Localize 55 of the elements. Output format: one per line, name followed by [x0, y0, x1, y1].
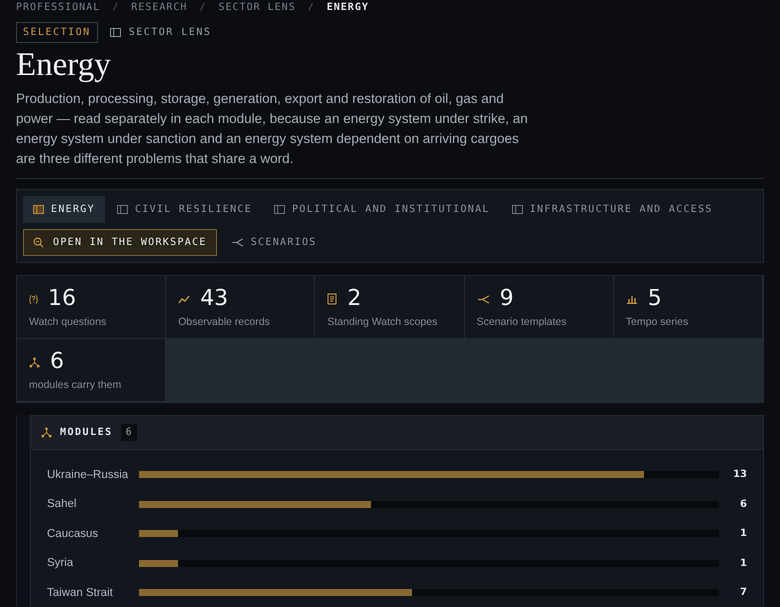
module-name: Caucasus [47, 528, 100, 540]
open-workspace-button[interactable]: OPEN IN THE WORKSPACE [23, 229, 217, 256]
description: Production, processing, storage, generation, export and restoration of oil, gas and power — read separately in each module, because an energy system under strike, an energy system under sanction and an energy system dependent on arriving cargoes are three different problems that share a word. [16, 90, 529, 168]
stat-value: 5 [648, 286, 662, 312]
question-icon [29, 294, 38, 304]
network-icon [41, 427, 52, 438]
panel-icon [110, 28, 121, 37]
panel-icon [116, 205, 128, 214]
sector-tab[interactable]: ENERGY [23, 196, 105, 223]
breadcrumb-link[interactable]: ENERGY [326, 3, 369, 13]
stat-label: Observable records [178, 316, 271, 328]
breadcrumb-separator: / [199, 3, 206, 13]
module-name: Syria [47, 557, 74, 570]
branch-icon [476, 294, 490, 304]
module-count: 1 [739, 528, 747, 540]
module-name: Sahel [47, 498, 78, 510]
module-count: 6 [739, 498, 747, 510]
sector-tab[interactable]: POLITICAL AND INSTITUTIONAL [264, 196, 500, 223]
panel-icon [33, 205, 44, 214]
document-icon [327, 293, 338, 305]
stat-value: 6 [50, 349, 64, 375]
breadcrumb-separator: / [308, 3, 315, 13]
module-count: 1 [739, 558, 747, 569]
panel-title: MODULES [60, 427, 113, 438]
stat-value: 9 [500, 286, 514, 312]
scenarios-link[interactable]: SCENARIOS [218, 230, 329, 255]
breadcrumb-link[interactable]: PROFESSIONAL [16, 3, 100, 13]
stat-label: Scenario templates [476, 316, 568, 328]
breadcrumb-separator: / [112, 3, 120, 13]
panel-icon [274, 205, 286, 214]
stat-label: Tempo series [626, 316, 690, 328]
network-icon [29, 356, 40, 368]
selection-tag: SELECTION [16, 22, 98, 43]
stat-label: Watch questions [29, 316, 108, 328]
panel-icon [512, 205, 523, 214]
module-count: 7 [739, 587, 747, 598]
breadcrumb-link[interactable]: RESEARCH [131, 3, 188, 13]
sector-tab[interactable]: INFRASTRUCTURE AND ACCESS [502, 196, 723, 223]
stat-label: modules carry them [29, 379, 122, 391]
count-badge: 6 [120, 424, 137, 441]
branch-icon [230, 238, 244, 247]
page-title: Energy [16, 47, 112, 83]
stat-value: 2 [347, 286, 362, 312]
stat-value: 43 [200, 286, 228, 312]
trend-icon [178, 294, 190, 304]
bar-chart-icon [626, 294, 638, 304]
stat-label: Standing Watch scopes [327, 316, 438, 328]
stat-value: 16 [48, 286, 76, 312]
sector-tab[interactable]: CIVIL RESILIENCE [106, 196, 262, 223]
module-count: 13 [733, 469, 747, 480]
lens-label: SECTOR LENS [128, 27, 212, 38]
module-name: Taiwan Strait [47, 586, 114, 599]
module-name: Ukraine–Russia [47, 468, 130, 481]
breadcrumb-link[interactable]: SECTOR LENS [218, 3, 296, 13]
zoom-icon [33, 237, 44, 248]
